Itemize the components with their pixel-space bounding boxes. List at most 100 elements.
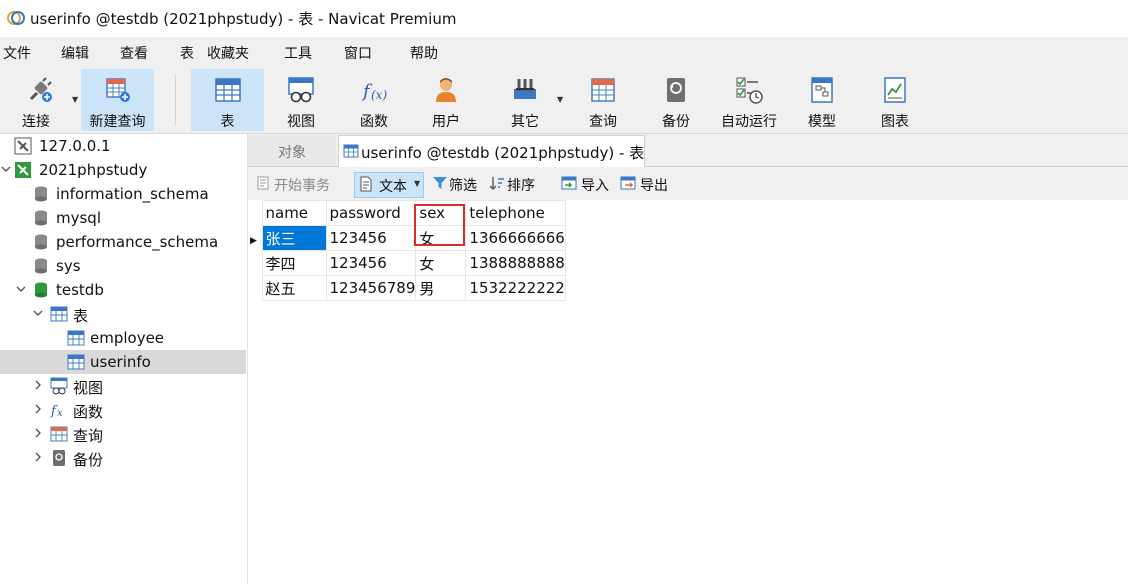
import-button[interactable]: 导入 [558,172,614,196]
table-row[interactable]: ▶ 张三 123456 女 1366666666 [250,225,566,251]
tree-label-database: testdb [56,281,104,299]
tab-userinfo[interactable]: userinfo @testdb (2021phpstudy) - 表 [338,135,645,167]
menu-tools[interactable]: 工具 [284,43,312,63]
filter-button[interactable]: 筛选 [429,172,485,196]
backup-button[interactable]: 备份 [640,69,712,131]
export-button[interactable]: 导出 [617,172,673,196]
row-header [250,250,262,276]
tree-node-functions-folder[interactable]: f x 函数 [0,398,247,422]
connect-dropdown-caret-icon[interactable]: ▼ [72,95,78,104]
user-button[interactable]: 用户 [410,69,482,131]
view-icon [50,377,68,395]
text-view-button[interactable]: 文本 ▼ [354,172,424,198]
chevron-down-icon[interactable] [32,307,44,319]
table-label: 表 [220,114,235,130]
view-label: 视图 [287,114,315,130]
table-cell[interactable]: 1366666666 [465,225,566,251]
svg-text:x: x [57,408,63,419]
chevron-right-icon[interactable] [32,379,44,391]
table-row[interactable]: 李四 123456 女 1388888888 [250,250,566,276]
tree-node-tables-folder[interactable]: 表 [0,302,247,326]
chevron-down-icon[interactable] [15,283,27,295]
function-button[interactable]: f (x) 函数 [338,69,410,131]
menu-file[interactable]: 文件 [3,43,31,63]
column-header-password[interactable]: password [325,200,417,226]
tree-node-views-folder[interactable]: 视图 [0,374,247,398]
column-header-sex[interactable]: sex [415,200,467,226]
tree-node-connection[interactable]: 2021phpstudy [0,158,247,182]
data-grid: name password sex telephone ▶ 张三 123456 … [250,200,566,301]
table-cell[interactable]: 123456789 [325,275,417,301]
chevron-right-icon[interactable] [32,403,44,415]
sort-label: 排序 [507,178,535,194]
other-button[interactable]: 其它 ▼ [489,69,563,131]
chevron-down-icon[interactable] [0,163,12,175]
table-cell[interactable]: 女 [415,250,467,276]
table-button[interactable]: 表 [191,69,264,131]
tree-node-backups-folder[interactable]: 备份 [0,446,247,470]
menu-window[interactable]: 窗口 [344,43,372,63]
other-label: 其它 [511,114,539,130]
table-cell[interactable]: 张三 [261,225,327,251]
table-cell[interactable]: 赵五 [261,275,327,301]
open-database-icon [35,282,47,298]
tree-node-table-userinfo[interactable]: userinfo [0,350,246,374]
menu-view[interactable]: 查看 [120,43,148,63]
tree-node-database[interactable]: sys [0,254,247,278]
column-header-name[interactable]: name [261,200,327,226]
new-query-button[interactable]: 新建查询 [81,69,154,131]
tab-bar: 对象 userinfo @testdb (2021phpstudy) - 表 [248,134,1128,167]
table-cell[interactable]: 男 [415,275,467,301]
table-cell[interactable]: 女 [415,225,467,251]
menu-table[interactable]: 表 [180,43,194,63]
table-icon [50,306,68,322]
tree-label-database: mysql [56,209,101,227]
tree-node-database[interactable]: information_schema [0,182,247,206]
table-cell[interactable]: 123456 [325,225,417,251]
menu-help[interactable]: 帮助 [410,43,438,63]
view-button[interactable]: 视图 [265,69,337,131]
table-cell[interactable]: 1388888888 [465,250,566,276]
model-button[interactable]: 模型 [786,69,858,131]
new-query-icon [105,78,130,102]
text-view-caret-icon[interactable]: ▼ [414,179,420,188]
tree-node-database[interactable]: mysql [0,206,247,230]
chart-button[interactable]: 图表 [859,69,931,131]
main-toolbar: 连接 ▼ 新建查询 表 视图 f (x) 函数 用户 其它 ▼ 查询 备份 自动… [0,67,1128,134]
tree-node-table-employee[interactable]: employee [0,326,247,350]
tree-label-backups: 备份 [73,451,104,469]
query-button[interactable]: 查询 [567,69,639,131]
tab-objects-label: 对象 [278,145,306,161]
title-bar: userinfo @testdb (2021phpstudy) - 表 - Na… [0,0,1128,37]
tree-label-host: 127.0.0.1 [39,137,111,155]
chevron-right-icon[interactable] [32,451,44,463]
connect-button[interactable]: 连接 ▼ [0,69,80,131]
filter-icon [433,177,447,189]
table-cell[interactable]: 1532222222 [465,275,566,301]
sort-button[interactable]: 排序 [486,172,542,196]
table-cell[interactable]: 123456 [325,250,417,276]
tree-node-database[interactable]: performance_schema [0,230,247,254]
tree-node-host[interactable]: 127.0.0.1 [0,134,247,158]
backup-icon [667,78,685,102]
chevron-right-icon[interactable] [32,427,44,439]
query-label: 查询 [589,114,617,130]
menu-favorites[interactable]: 收藏夹 [207,43,249,63]
other-dropdown-caret-icon[interactable]: ▼ [557,95,563,104]
tab-objects[interactable]: 对象 [248,135,336,166]
tree-node-database-testdb[interactable]: testdb [0,278,247,302]
table-icon [214,78,241,102]
column-header-telephone[interactable]: telephone [465,200,566,226]
menu-edit[interactable]: 编辑 [61,43,89,63]
tree-node-queries-folder[interactable]: 查询 [0,422,247,446]
row-header [250,275,262,301]
table-row[interactable]: 赵五 123456789 男 1532222222 [250,275,566,301]
menu-bar: 文件 编辑 查看 表 收藏夹 工具 窗口 帮助 [0,37,1128,67]
automation-button[interactable]: 自动运行 [713,69,785,131]
table-cell[interactable]: 李四 [261,250,327,276]
tree-label-views: 视图 [73,379,104,397]
begin-transaction-button[interactable]: 开始事务 [253,172,341,196]
tree-label-table: userinfo [90,353,151,371]
svg-text:(x): (x) [371,88,387,102]
model-icon [811,77,833,103]
